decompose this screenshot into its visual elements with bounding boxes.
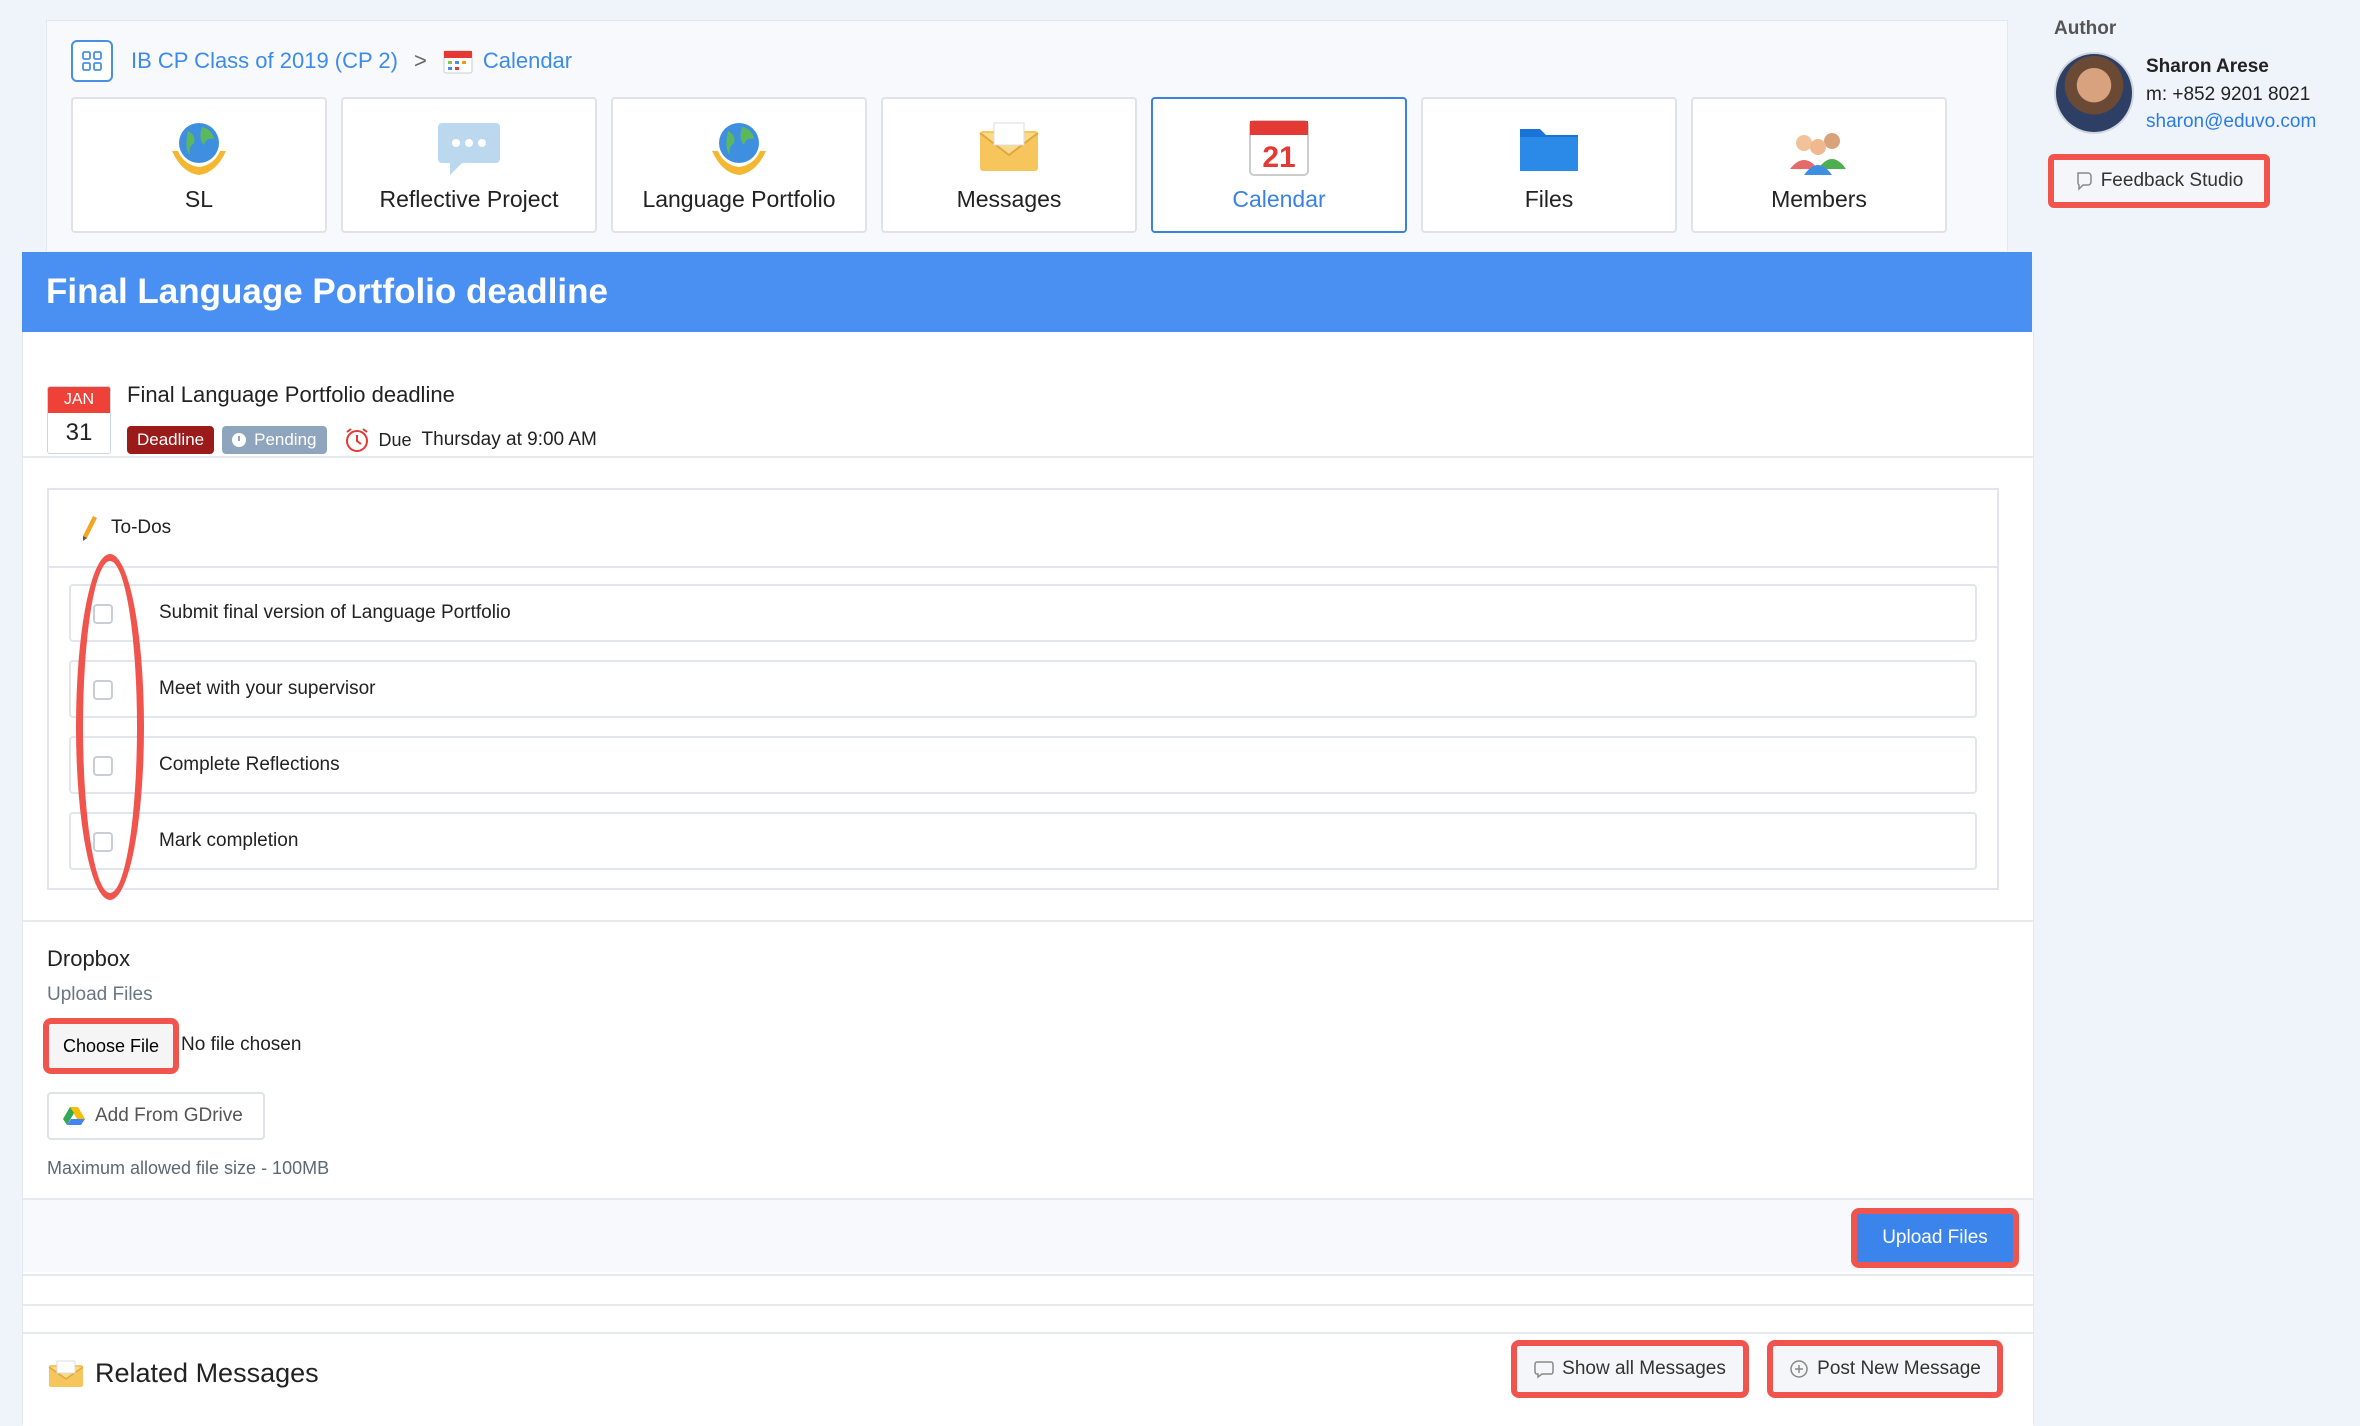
todo-checkbox[interactable] (93, 756, 113, 776)
people-icon (1790, 133, 1846, 175)
folder-icon (1520, 129, 1578, 171)
post-new-message-label: Post New Message (1817, 1358, 1981, 1379)
upload-files-button[interactable]: Upload Files (1851, 1208, 2019, 1268)
max-file-size-note: Maximum allowed file size - 100MB (47, 1158, 330, 1178)
upload-footer (23, 1200, 2033, 1272)
todos-header: To-Dos (49, 490, 1997, 568)
todo-item[interactable]: Submit final version of Language Portfol… (69, 584, 1977, 642)
add-from-gdrive-label: Add From GDrive (95, 1105, 243, 1126)
google-drive-icon (63, 1107, 85, 1125)
feedback-studio-button[interactable]: Feedback Studio (2048, 154, 2270, 208)
todo-item[interactable]: Complete Reflections (69, 736, 1977, 794)
event-day: 31 (65, 419, 93, 446)
tile-calendar[interactable]: 21 Calendar (1151, 97, 1407, 233)
apps-grid-button[interactable] (71, 40, 113, 82)
todo-checkbox[interactable] (93, 604, 113, 624)
page-title: Final Language Portfolio deadline (22, 252, 2032, 332)
author-name: Sharon Arese (2146, 56, 2269, 77)
related-messages-title: Related Messages (47, 1358, 319, 1389)
plus-circle-icon (1790, 1360, 1808, 1378)
todo-label: Meet with your supervisor (159, 678, 376, 699)
feedback-icon (2076, 172, 2092, 191)
divider (23, 1274, 2033, 1276)
todo-checkbox[interactable] (93, 680, 113, 700)
calendar-icon (443, 50, 473, 74)
no-file-chosen-text: No file chosen (181, 1034, 302, 1055)
todo-label: Mark completion (159, 830, 299, 851)
choose-file-button[interactable]: Choose File (43, 1018, 179, 1074)
tile-label: Reflective Project (379, 186, 559, 212)
calendar-icon-date: 21 (1262, 141, 1295, 174)
envelope-icon (979, 122, 1039, 171)
envelope-icon (48, 1360, 84, 1387)
todo-item[interactable]: Mark completion (69, 812, 1977, 870)
due-label: Due (378, 429, 412, 450)
deadline-badge: Deadline (127, 426, 215, 454)
event-date-tile: JAN 31 (47, 386, 111, 454)
show-all-messages-label: Show all Messages (1562, 1358, 1726, 1379)
author-avatar (2054, 52, 2134, 134)
course-nav-panel: IB CP Class of 2019 (CP 2) > Calendar SL (46, 20, 2008, 251)
due-value: Thursday at 9:00 AM (421, 429, 597, 450)
author-phone: m: +852 9201 8021 (2146, 84, 2311, 105)
tile-reflective-project[interactable]: Reflective Project (341, 97, 597, 233)
tile-label: Members (1771, 186, 1867, 212)
author-heading: Author (2054, 18, 2117, 39)
breadcrumb-course-link[interactable]: IB CP Class of 2019 (CP 2) (131, 48, 398, 74)
todos-heading: To-Dos (111, 517, 172, 538)
grid-icon (82, 51, 102, 71)
calendar-icon: 21 (1249, 120, 1309, 176)
breadcrumb-separator: > (413, 48, 427, 73)
todo-label: Submit final version of Language Portfol… (159, 602, 511, 623)
speech-bubble-icon (438, 123, 500, 175)
course-section-tiles: SL Reflective Project Language Portfolio (71, 97, 1947, 233)
divider (23, 1304, 2033, 1306)
event-meta: Deadline Pending Due Thursday at 9:00 AM (127, 426, 597, 454)
tile-messages[interactable]: Messages (881, 97, 1137, 233)
todo-label: Complete Reflections (159, 754, 340, 775)
chat-bubble-icon (1534, 1361, 1554, 1379)
todos-panel: To-Dos Submit final version of Language … (47, 488, 1999, 890)
tile-members[interactable]: Members (1691, 97, 1947, 233)
related-messages-heading: Related Messages (95, 1358, 319, 1388)
dropbox-heading: Dropbox (47, 946, 131, 971)
globe-hands-icon (172, 123, 226, 175)
pencil-icon (83, 516, 97, 541)
globe-hands-icon (712, 123, 766, 175)
tile-sl[interactable]: SL (71, 97, 327, 233)
todo-checkbox[interactable] (93, 832, 113, 852)
tile-label: Calendar (1232, 186, 1326, 212)
breadcrumb-current[interactable]: Calendar (483, 48, 572, 74)
event-header: JAN 31 Final Language Portfolio deadline… (47, 360, 2007, 454)
breadcrumb: IB CP Class of 2019 (CP 2) > Calendar (71, 39, 572, 83)
add-from-gdrive-button[interactable]: Add From GDrive (47, 1092, 265, 1140)
event-month: JAN (48, 387, 110, 413)
upload-files-label: Upload Files (47, 984, 153, 1005)
event-detail-card: JAN 31 Final Language Portfolio deadline… (22, 332, 2034, 1426)
show-all-messages-button[interactable]: Show all Messages (1511, 1340, 1749, 1398)
tile-language-portfolio[interactable]: Language Portfolio (611, 97, 867, 233)
feedback-studio-label: Feedback Studio (2100, 170, 2244, 191)
tile-label: Files (1524, 186, 1574, 212)
divider (23, 456, 2033, 458)
pending-badge: Pending (222, 426, 327, 454)
author-email-link[interactable]: sharon@eduvo.com (2146, 111, 2316, 133)
tile-files[interactable]: Files (1421, 97, 1677, 233)
tile-label: SL (184, 186, 214, 212)
tile-label: Language Portfolio (642, 186, 836, 212)
alarm-clock-icon (345, 428, 368, 452)
divider (23, 920, 2033, 922)
tile-label: Messages (956, 186, 1062, 212)
pending-badge-label: Pending (254, 430, 317, 449)
post-new-message-button[interactable]: Post New Message (1767, 1340, 2003, 1398)
clock-icon (232, 433, 247, 447)
todo-item[interactable]: Meet with your supervisor (69, 660, 1977, 718)
event-title: Final Language Portfolio deadline (127, 382, 455, 407)
